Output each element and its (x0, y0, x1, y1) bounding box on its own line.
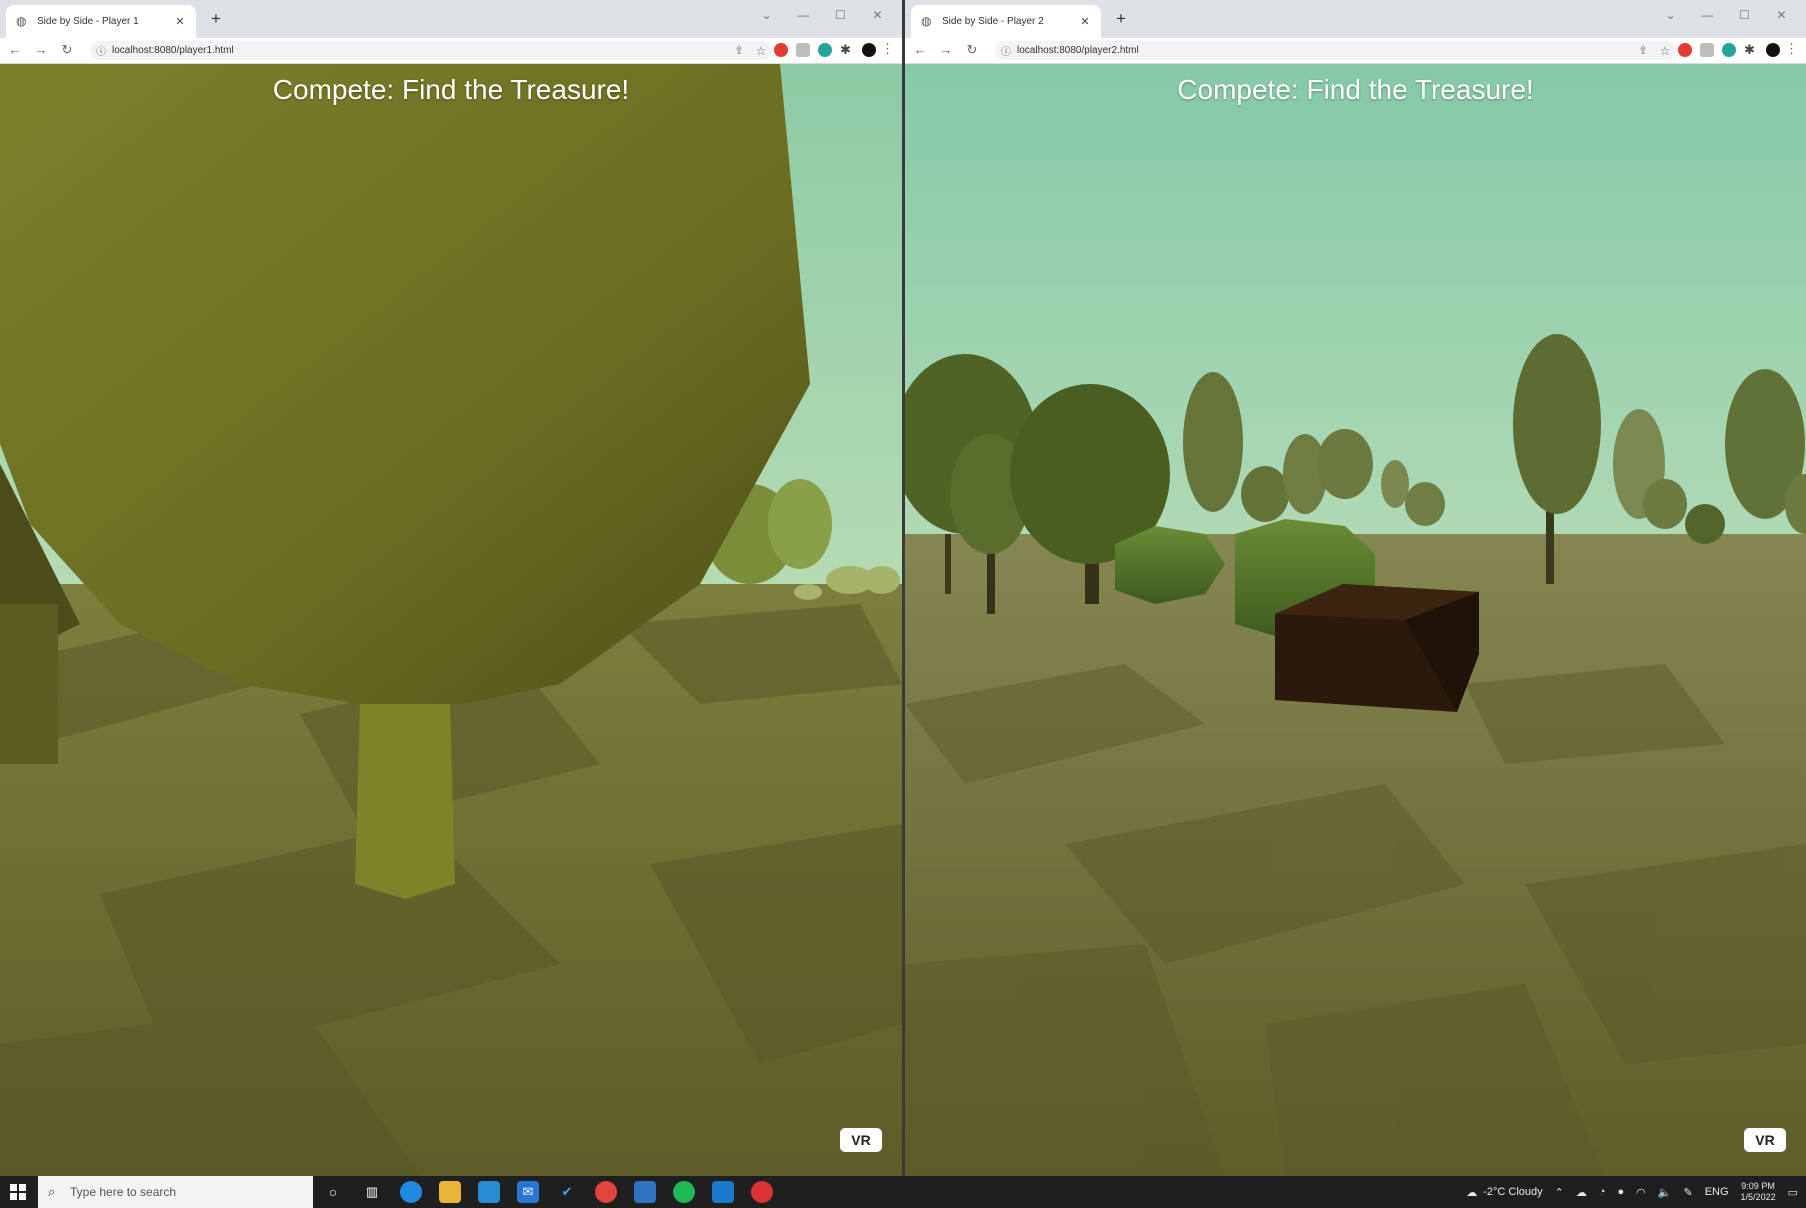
microphone-icon[interactable]: ● (1618, 1186, 1625, 1198)
tab-title: Side by Side - Player 1 (37, 16, 139, 27)
reload-icon[interactable]: ↻ (963, 41, 981, 59)
weather-icon[interactable]: ☁ (1466, 1186, 1477, 1199)
extension-icon[interactable] (796, 43, 810, 57)
vr-button[interactable]: VR (840, 1128, 882, 1152)
extension-icon[interactable] (1700, 43, 1714, 57)
scene-3d (0, 64, 902, 1176)
vr-button[interactable]: VR (1744, 1128, 1786, 1152)
back-icon[interactable]: ← (911, 41, 929, 59)
store-icon[interactable] (478, 1181, 500, 1203)
share-icon[interactable]: ⇪ (728, 44, 750, 57)
notifications-icon[interactable]: ▭ (1788, 1186, 1798, 1199)
close-window-icon[interactable]: ✕ (859, 4, 896, 26)
bookmark-star-icon[interactable]: ☆ (1654, 44, 1676, 58)
forward-icon[interactable]: → (32, 41, 50, 59)
todo-icon[interactable]: ✔ (556, 1181, 578, 1203)
scene-3d (905, 64, 1806, 1176)
share-icon[interactable]: ⇪ (1632, 44, 1654, 57)
edge-icon[interactable] (400, 1181, 422, 1203)
address-bar[interactable]: ⓘ localhost:8080/player2.html ⇪ ☆ (995, 41, 1676, 60)
tab-title: Side by Side - Player 2 (942, 16, 1044, 27)
extension-icon[interactable] (818, 43, 832, 57)
search-icon: ⌕ (48, 1184, 56, 1199)
new-tab-icon[interactable]: + (206, 9, 226, 29)
tab-strip: ◍ Side by Side - Player 1 ✕ + ⌄ — ☐ ✕ (0, 0, 902, 38)
weather-text[interactable]: -2°C Cloudy (1483, 1186, 1542, 1198)
calendar-icon[interactable] (634, 1181, 656, 1203)
kebab-menu-icon[interactable]: ⋮ (1785, 41, 1798, 57)
extension-icon[interactable] (1722, 43, 1736, 57)
tab-search-icon[interactable]: ⌄ (1652, 4, 1689, 26)
start-button[interactable] (10, 1184, 26, 1200)
wifi-icon[interactable]: ◠ (1636, 1186, 1646, 1199)
onedrive-icon[interactable]: ☁ (1576, 1186, 1587, 1199)
window-controls: ⌄ — ☐ ✕ (748, 4, 896, 26)
info-icon[interactable]: ⓘ (1001, 43, 1013, 58)
clock[interactable]: 9:09 PM 1/5/2022 (1741, 1181, 1776, 1203)
reload-icon[interactable]: ↻ (58, 41, 76, 59)
globe-icon: ◍ (16, 14, 27, 28)
chevron-up-icon[interactable]: ⌃ (1555, 1186, 1564, 1199)
browser-tab[interactable]: ◍ Side by Side - Player 1 ✕ (6, 5, 196, 38)
system-tray: ☁ -2°C Cloudy ⌃ ☁ ◔ ● ◠ 🔈 ✎ ENG 9:09 PM … (1454, 1176, 1798, 1208)
forward-icon[interactable]: → (937, 41, 955, 59)
pinned-apps: ○ ▥ ✉ ✔ (322, 1181, 790, 1203)
address-bar[interactable]: ⓘ localhost:8080/player1.html ⇪ ☆ (90, 41, 772, 60)
tab-search-icon[interactable]: ⌄ (748, 4, 785, 26)
game-canvas[interactable]: Compete: Find the Treasure! VR (0, 64, 902, 1176)
task-view-icon[interactable]: ▥ (361, 1181, 383, 1203)
network-icon[interactable]: ◔ (1599, 1186, 1606, 1198)
info-icon[interactable]: ⓘ (96, 43, 108, 58)
scene-title: Compete: Find the Treasure! (272, 74, 630, 105)
browser-tab[interactable]: ◍ Side by Side - Player 2 ✕ (911, 5, 1101, 38)
browser-toolbar: ← → ↻ ⓘ localhost:8080/player1.html ⇪ ☆ … (0, 38, 902, 64)
game-canvas[interactable]: Compete: Find the Treasure! VR (905, 64, 1806, 1176)
profile-avatar[interactable] (1766, 43, 1780, 57)
spotify-icon[interactable] (673, 1181, 695, 1203)
app-icon[interactable] (751, 1181, 773, 1203)
extension-icon[interactable] (774, 43, 788, 57)
minimize-icon[interactable]: — (1689, 4, 1726, 26)
browser-window-player1: ◍ Side by Side - Player 1 ✕ + ⌄ — ☐ ✕ ← … (0, 0, 902, 1176)
profile-avatar[interactable] (862, 43, 876, 57)
bookmark-star-icon[interactable]: ☆ (750, 44, 772, 58)
tab-strip: ◍ Side by Side - Player 2 ✕ + ⌄ — ☐ ✕ (905, 0, 1806, 38)
kebab-menu-icon[interactable]: ⋮ (881, 41, 894, 57)
pen-icon[interactable]: ✎ (1683, 1186, 1692, 1199)
mail-icon[interactable]: ✉ (517, 1181, 539, 1203)
vscode-icon[interactable] (712, 1181, 734, 1203)
maximize-icon[interactable]: ☐ (1726, 4, 1763, 26)
back-icon[interactable]: ← (6, 41, 24, 59)
puzzle-icon[interactable]: ✱ (1744, 43, 1758, 57)
search-placeholder: Type here to search (70, 1185, 177, 1199)
maximize-icon[interactable]: ☐ (822, 4, 859, 26)
cortana-icon[interactable]: ○ (322, 1181, 344, 1203)
window-controls: ⌄ — ☐ ✕ (1652, 4, 1800, 26)
tab-close-icon[interactable]: ✕ (172, 15, 188, 28)
date: 1/5/2022 (1740, 1192, 1776, 1202)
volume-icon[interactable]: 🔈 (1658, 1186, 1672, 1199)
tab-close-icon[interactable]: ✕ (1077, 15, 1093, 28)
treasure-chest (1275, 584, 1479, 712)
browser-window-player2: ◍ Side by Side - Player 2 ✕ + ⌄ — ☐ ✕ ← … (905, 0, 1806, 1176)
file-explorer-icon[interactable] (439, 1181, 461, 1203)
globe-icon: ◍ (921, 14, 932, 28)
time: 9:09 PM (1741, 1181, 1775, 1191)
chrome-icon[interactable] (595, 1181, 617, 1203)
url-text: localhost:8080/player1.html (112, 45, 234, 56)
url-text: localhost:8080/player2.html (1017, 45, 1139, 56)
taskbar-search[interactable]: ⌕ Type here to search (38, 1176, 313, 1208)
language-indicator[interactable]: ENG (1705, 1186, 1729, 1198)
minimize-icon[interactable]: — (785, 4, 822, 26)
extension-icon[interactable] (1678, 43, 1692, 57)
close-window-icon[interactable]: ✕ (1763, 4, 1800, 26)
new-tab-icon[interactable]: + (1111, 9, 1131, 29)
browser-toolbar: ← → ↻ ⓘ localhost:8080/player2.html ⇪ ☆ … (905, 38, 1806, 64)
windows-taskbar: ⌕ Type here to search ○ ▥ ✉ ✔ ☁ -2°C Clo… (0, 1176, 1806, 1208)
puzzle-icon[interactable]: ✱ (840, 43, 854, 57)
scene-title: Compete: Find the Treasure! (1177, 74, 1534, 105)
